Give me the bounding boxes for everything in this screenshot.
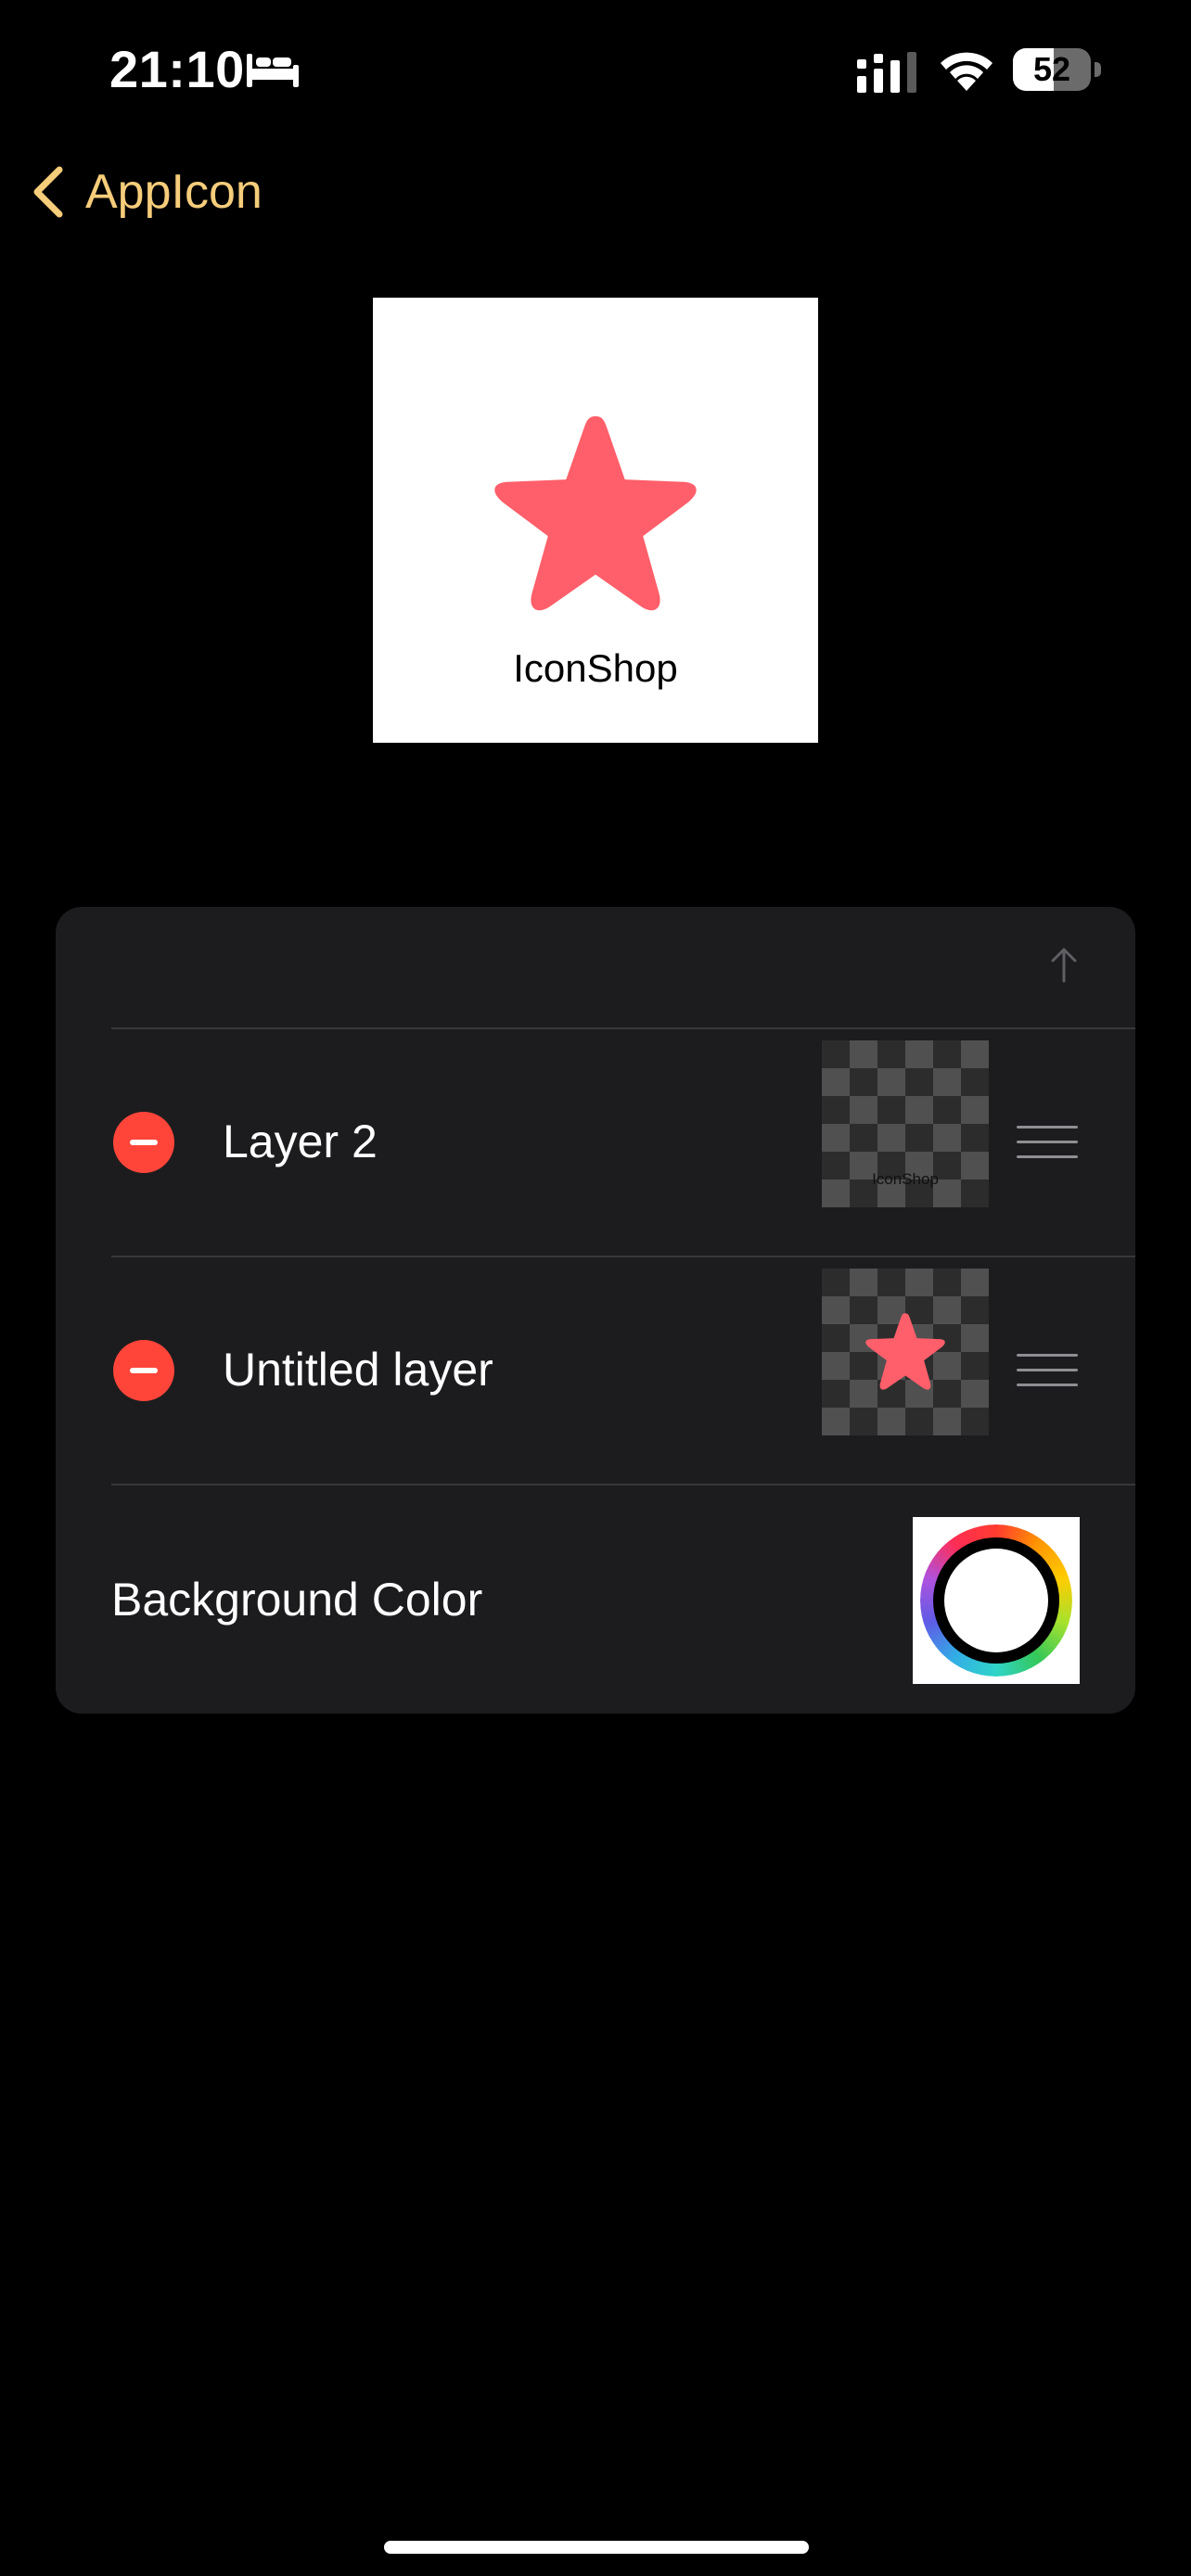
home-indicator[interactable] [384, 2541, 809, 2554]
layer-row-layer-2[interactable]: Layer 2 IconShop [56, 1029, 1135, 1256]
arrow-up-icon[interactable] [1048, 946, 1080, 983]
cellular-signal-icon [857, 52, 916, 93]
layers-header [56, 907, 1135, 1027]
back-label: AppIcon [85, 165, 263, 219]
layer-row-untitled-layer[interactable]: Untitled layer [56, 1257, 1135, 1484]
sleep-icon [247, 54, 299, 87]
icon-preview: IconShop [373, 298, 818, 743]
thumbnail-text: IconShop [872, 1170, 939, 1188]
delete-layer-button[interactable] [113, 1112, 174, 1173]
star-icon [494, 415, 697, 611]
layer-name: Layer 2 [223, 1116, 378, 1167]
battery-icon: 52 [1013, 48, 1102, 91]
status-bar: 21:10 52 [0, 0, 1191, 139]
color-picker-button[interactable] [913, 1517, 1080, 1684]
star-icon [865, 1313, 945, 1390]
battery-level: 52 [1032, 50, 1071, 88]
drag-handle-icon[interactable] [1017, 1124, 1078, 1161]
divider [111, 1484, 1135, 1486]
layer-name: Untitled layer [223, 1344, 493, 1396]
back-button[interactable]: AppIcon [30, 158, 263, 226]
drag-handle-icon[interactable] [1017, 1352, 1078, 1389]
preview-text: IconShop [513, 646, 678, 690]
layer-thumbnail: IconShop [822, 1040, 989, 1207]
chevron-left-icon [33, 166, 63, 218]
layer-thumbnail [822, 1269, 989, 1435]
wifi-icon [941, 52, 992, 91]
color-wheel-icon [920, 1524, 1072, 1677]
status-time: 21:10 [109, 40, 245, 98]
background-color-label: Background Color [111, 1574, 483, 1626]
layers-card: Layer 2 IconShop Untitled layer Backgrou… [56, 907, 1135, 1714]
delete-layer-button[interactable] [113, 1340, 174, 1401]
